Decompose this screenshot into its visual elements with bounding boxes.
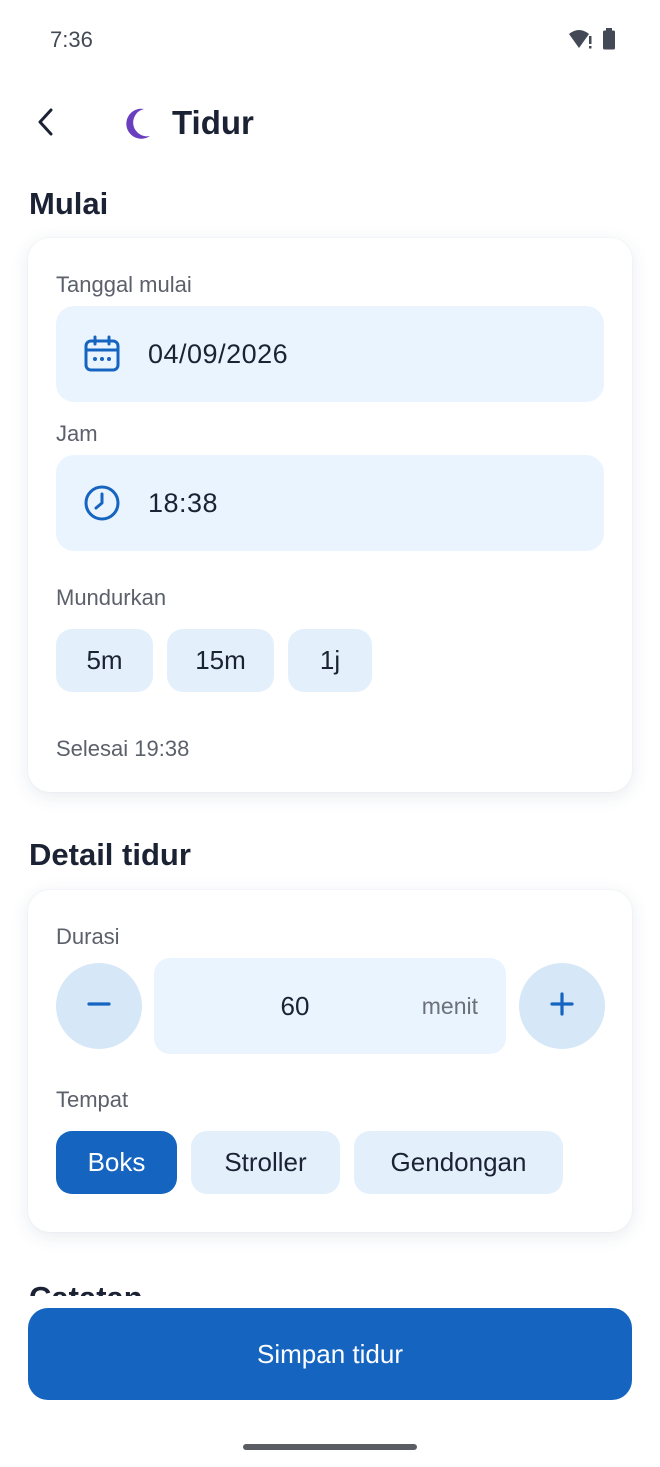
plus-icon — [550, 991, 574, 1021]
place-chips: Boks Stroller Gendongan — [56, 1131, 563, 1194]
duration-decrement-button[interactable] — [56, 963, 142, 1049]
top-app-bar: Tidur — [0, 90, 660, 160]
duration-value: 60 — [280, 991, 310, 1021]
place-chip-stroller[interactable]: Stroller — [191, 1131, 340, 1194]
time-field[interactable]: 18:38 — [56, 455, 604, 551]
minus-icon — [87, 992, 111, 1021]
arrow-left-icon — [34, 107, 58, 142]
place-label: Tempat — [56, 1087, 129, 1112]
wifi-alert-icon — [568, 28, 594, 55]
details-card: Durasi 60 menit Tempat Boks Stroller Gen… — [28, 890, 632, 1232]
date-field[interactable]: 04/09/2026 — [56, 306, 604, 402]
time-label: Jam — [56, 421, 98, 446]
rewind-label: Mundurkan — [56, 585, 167, 610]
date-value: 04/09/2026 — [148, 338, 289, 369]
notes-title-text: Catatan — [29, 1280, 143, 1296]
screen-title: Tidur — [172, 104, 254, 141]
moon-icon — [120, 106, 156, 142]
place-chip-gendongan[interactable]: Gendongan — [354, 1131, 563, 1194]
section-title-notes: Catatan — [29, 1278, 143, 1296]
rewind-chip-5m[interactable]: 5m — [56, 629, 153, 692]
duration-input[interactable]: 60 menit — [154, 958, 506, 1054]
rewind-chip-15m[interactable]: 15m — [167, 629, 274, 692]
sleep-entry-screen: 7:36 Tidur Mulai Tanggal mulai 04/09/202… — [0, 0, 660, 1467]
clock-icon — [82, 483, 122, 523]
place-chip-boks[interactable]: Boks — [56, 1131, 177, 1194]
time-value: 18:38 — [148, 487, 219, 518]
date-label: Tanggal mulai — [56, 272, 192, 297]
back-button[interactable] — [24, 102, 68, 146]
status-bar: 7:36 — [0, 0, 660, 80]
status-time: 7:36 — [50, 27, 93, 52]
status-icons — [568, 28, 616, 55]
section-title-details: Detail tidur — [29, 837, 191, 872]
gesture-nav-handle[interactable] — [243, 1444, 417, 1450]
duration-label: Durasi — [56, 924, 120, 949]
rewind-chip-1j[interactable]: 1j — [288, 629, 372, 692]
start-card: Tanggal mulai 04/09/2026 Jam 18:38 Mundu… — [28, 238, 632, 792]
calendar-icon — [82, 334, 122, 374]
section-title-start: Mulai — [29, 186, 109, 221]
battery-icon — [602, 28, 616, 55]
save-sleep-button[interactable]: Simpan tidur — [28, 1308, 632, 1400]
duration-increment-button[interactable] — [519, 963, 605, 1049]
rewind-chips: 5m 15m 1j — [56, 629, 372, 692]
end-time-hint: Selesai 19:38 — [56, 736, 190, 761]
duration-unit: menit — [421, 993, 478, 1019]
